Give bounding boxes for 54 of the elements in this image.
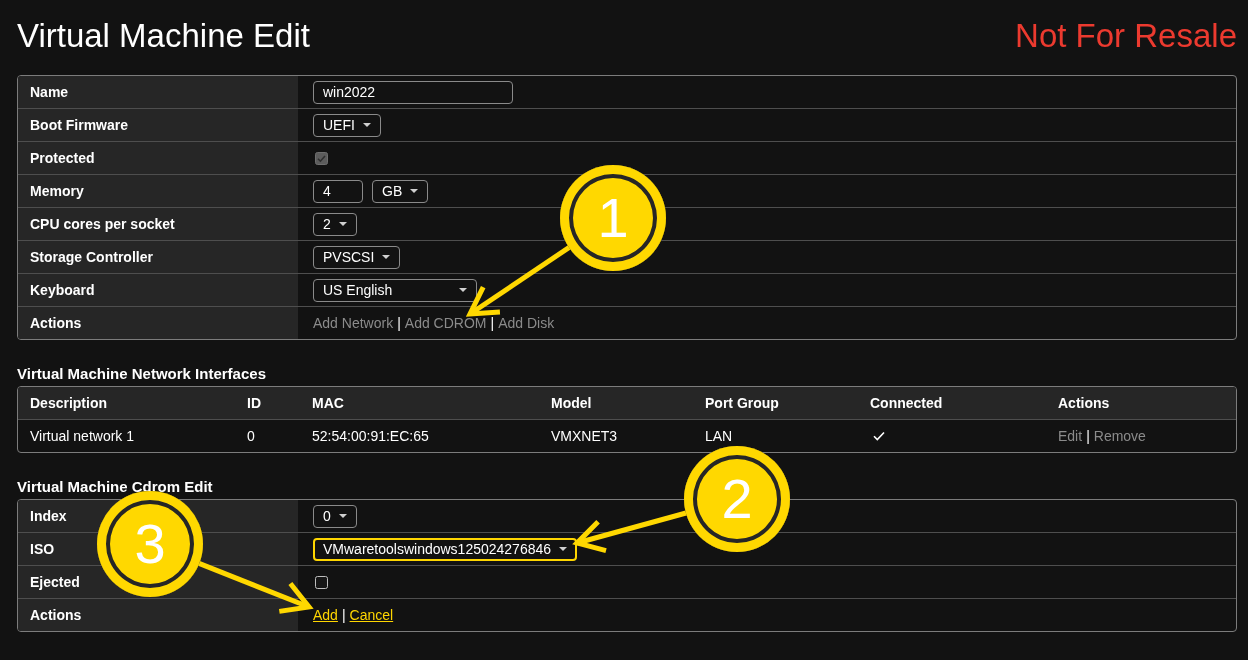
section-title: Virtual Machine Network Interfaces [17, 365, 267, 383]
link-separator: | [1086, 428, 1090, 444]
caret-icon [338, 514, 347, 518]
table-cell: LAN [705, 428, 733, 444]
action-link[interactable]: Edit [1058, 428, 1083, 444]
column-header: Port Group [705, 395, 779, 411]
table-cell: 0 [247, 428, 255, 444]
link-separator: | [341, 607, 346, 623]
select-dropdown[interactable]: UEFI [313, 113, 381, 137]
callout-marker: 2 [684, 446, 790, 552]
field-label: Storage Controller [18, 241, 298, 273]
caret-icon [362, 123, 371, 127]
table-cell: 52:54:00:91:EC:65 [312, 428, 429, 444]
select-dropdown[interactable]: VMwaretoolswindows125024276846 [313, 537, 578, 561]
select-dropdown[interactable]: 2 [313, 212, 357, 236]
field-label: Memory [18, 175, 298, 207]
column-header: Model [551, 395, 592, 411]
field-label: Actions [18, 599, 298, 631]
text-input[interactable]: win2022 [313, 80, 513, 104]
field-label: Actions [18, 307, 298, 339]
select-dropdown[interactable]: GB [372, 179, 429, 203]
link-separator: | [397, 315, 401, 331]
link-separator: | [490, 315, 495, 331]
column-header: MAC [312, 395, 344, 411]
column-header: Connected [870, 395, 943, 411]
table-cell: Virtual network 1 [30, 428, 134, 444]
field-label: Boot Firmware [18, 109, 298, 141]
caret-icon [382, 255, 391, 259]
field-label: CPU cores per socket [18, 208, 298, 240]
column-header: ID [247, 395, 261, 411]
field-label: Name [18, 76, 298, 108]
number-input[interactable]: 4 [313, 179, 363, 203]
checkbox[interactable] [315, 575, 328, 589]
action-link[interactable]: Remove [1093, 428, 1146, 444]
action-link[interactable]: Add [313, 607, 338, 623]
select-dropdown[interactable]: US English [313, 278, 477, 302]
column-header: Description [30, 395, 107, 411]
page-title: Virtual Machine Edit [17, 16, 310, 56]
caret-icon [459, 288, 467, 292]
select-dropdown[interactable]: PVSCSI [313, 245, 401, 269]
select-dropdown[interactable]: 0 [313, 504, 357, 528]
caret-icon [410, 189, 419, 193]
caret-icon [338, 222, 347, 226]
field-label: Keyboard [18, 274, 298, 306]
column-header: Actions [1058, 395, 1110, 411]
resale-notice: Not For Resale [1015, 16, 1237, 56]
table-cell: VMXNET3 [551, 428, 618, 444]
action-link[interactable]: Add CDROM [404, 315, 487, 331]
callout-marker: 1 [560, 165, 666, 271]
action-link[interactable]: Cancel [349, 607, 394, 623]
action-link[interactable]: Add Disk [498, 315, 555, 331]
field-label: Protected [18, 142, 298, 174]
caret-icon [559, 547, 568, 551]
action-link[interactable]: Add Network [313, 315, 394, 331]
